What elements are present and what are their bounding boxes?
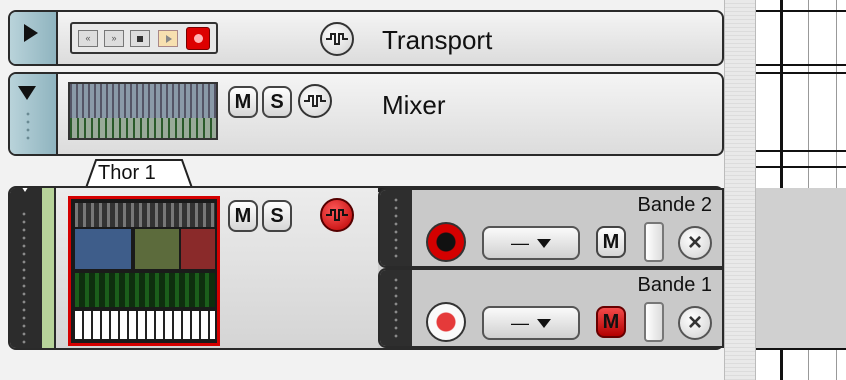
mixer-handle[interactable] xyxy=(10,74,58,154)
lane-bande-1: Bande 1 — M × xyxy=(378,268,724,348)
play-icon[interactable] xyxy=(158,30,178,47)
thor-tab[interactable]: Thor 1 xyxy=(84,158,194,188)
lane-dropdown[interactable]: — xyxy=(482,306,580,340)
mute-button[interactable]: M xyxy=(228,86,258,118)
expand-arrow-icon[interactable] xyxy=(24,24,38,42)
transport-handle[interactable] xyxy=(10,12,58,64)
waveform-icon[interactable] xyxy=(298,84,332,118)
lane-name: Bande 2 xyxy=(637,194,712,216)
mute-button[interactable]: M xyxy=(228,200,258,232)
thor-color-stripe xyxy=(42,188,56,348)
mixer-track: M S Mixer xyxy=(8,72,724,156)
lane-mute-button[interactable]: M xyxy=(596,306,626,338)
record-icon[interactable] xyxy=(186,27,210,50)
transport-track: « » Transport xyxy=(8,10,724,66)
timeline-grid xyxy=(756,0,846,380)
thor-tab-label: Thor 1 xyxy=(98,162,156,184)
grip-icon[interactable] xyxy=(20,210,28,344)
grip-icon[interactable] xyxy=(24,110,32,144)
thor-thumbnail[interactable] xyxy=(68,196,220,346)
chevron-down-icon xyxy=(537,238,551,248)
lane-name: Bande 1 xyxy=(637,274,712,296)
grip-icon[interactable] xyxy=(392,196,400,262)
dropdown-value: — xyxy=(511,312,529,333)
thor-handle[interactable] xyxy=(10,188,42,348)
lane-handle[interactable] xyxy=(380,190,412,266)
lane-slot xyxy=(644,222,664,262)
lane-handle[interactable] xyxy=(380,270,412,346)
close-icon[interactable]: × xyxy=(678,226,712,260)
collapse-arrow-icon[interactable] xyxy=(16,188,34,192)
solo-button[interactable]: S xyxy=(262,200,292,232)
track-name: Transport xyxy=(382,25,493,55)
transport-controls: « » xyxy=(70,22,218,54)
fast-forward-icon[interactable]: » xyxy=(104,30,124,47)
lane-bande-2: Bande 2 — M × xyxy=(378,188,724,268)
record-arm-button[interactable] xyxy=(426,222,466,262)
grip-icon[interactable] xyxy=(392,276,400,342)
rewind-icon[interactable]: « xyxy=(78,30,98,47)
solo-button[interactable]: S xyxy=(262,86,292,118)
mixer-thumbnail xyxy=(68,82,218,140)
close-icon[interactable]: × xyxy=(678,306,712,340)
lane-mute-button[interactable]: M xyxy=(596,226,626,258)
waveform-icon[interactable] xyxy=(320,198,354,232)
waveform-icon[interactable] xyxy=(320,22,354,56)
chevron-down-icon xyxy=(537,318,551,328)
stop-icon[interactable] xyxy=(130,30,150,47)
track-name: Mixer xyxy=(382,90,446,120)
lane-dropdown[interactable]: — xyxy=(482,226,580,260)
record-arm-button[interactable] xyxy=(426,302,466,342)
collapse-arrow-icon[interactable] xyxy=(18,86,36,100)
lane-slot xyxy=(644,302,664,342)
dropdown-value: — xyxy=(511,232,529,253)
timeline-scrollbar[interactable] xyxy=(724,0,756,380)
